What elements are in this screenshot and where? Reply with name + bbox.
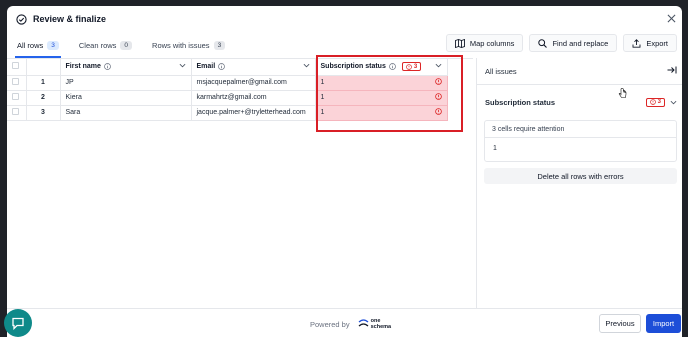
error-count: 3: [413, 63, 418, 70]
row-checkbox[interactable]: [12, 108, 19, 115]
previous-button[interactable]: Previous: [599, 314, 641, 333]
row-filter-tabs: All rows 3 Clean rows 0 Rows with issues…: [7, 32, 235, 58]
subscription-status-cell[interactable]: 1: [315, 90, 448, 106]
row-checkbox[interactable]: [12, 93, 19, 100]
powered-by-label: Powered by: [310, 319, 350, 329]
logo-line-2: schema: [370, 324, 392, 330]
column-header-email[interactable]: Email: [191, 59, 316, 76]
cell-value: 1: [320, 94, 325, 101]
tab-all-rows[interactable]: All rows 3: [7, 32, 69, 58]
error-icon: [406, 63, 412, 70]
tab-count-badge: 3: [47, 40, 59, 50]
tab-label: Clean rows: [78, 40, 117, 50]
error-icon[interactable]: [434, 93, 442, 102]
info-icon[interactable]: [389, 63, 396, 71]
all-issues-label: All issues: [485, 66, 517, 76]
mouse-cursor-icon: [618, 86, 627, 104]
column-header-first-name[interactable]: First name: [60, 59, 192, 76]
tab-rows-with-issues[interactable]: Rows with issues 3: [142, 32, 235, 58]
column-header-label: Email: [196, 63, 216, 71]
row-select-cell[interactable]: [7, 75, 27, 91]
row-checkbox[interactable]: [12, 78, 19, 85]
toolbar: Map columns Find and replace Export: [445, 34, 677, 52]
row-select-cell[interactable]: [7, 105, 27, 121]
modal-header: Review & finalize: [7, 6, 682, 32]
chevron-down-icon[interactable]: [179, 63, 186, 70]
info-icon[interactable]: [218, 63, 226, 71]
attention-value[interactable]: 1: [485, 138, 676, 152]
modal-title: Review & finalize: [33, 14, 107, 24]
table-header-row: First name Email Subscription status 3: [7, 59, 448, 76]
first-name-cell[interactable]: Sara: [60, 105, 192, 121]
export-icon: [632, 38, 641, 48]
attention-box: 3 cells require attention 1: [484, 120, 677, 162]
row-index: 3: [26, 105, 61, 121]
info-icon[interactable]: [104, 63, 111, 71]
error-icon[interactable]: [434, 78, 442, 87]
chat-widget-button[interactable]: [4, 309, 32, 337]
issue-column-name: Subscription status: [485, 97, 556, 107]
chevron-down-icon[interactable]: [435, 63, 442, 70]
collapse-panel-icon[interactable]: [667, 66, 677, 76]
export-label: Export: [646, 38, 668, 48]
delete-error-rows-button[interactable]: Delete all rows with errors: [484, 168, 677, 184]
oneschema-logo: one schema: [358, 318, 392, 330]
import-button[interactable]: Import: [646, 314, 681, 333]
find-replace-button[interactable]: Find and replace: [529, 34, 618, 52]
column-header-subscription-status[interactable]: Subscription status 3: [315, 59, 448, 76]
cell-value: 1: [320, 79, 325, 86]
issues-panel: All issues Subscription status 3 3 cells…: [476, 58, 682, 308]
first-name-cell[interactable]: Kiera: [60, 90, 192, 106]
select-all-header[interactable]: [7, 59, 27, 76]
subscription-status-cell[interactable]: 1: [315, 105, 448, 121]
row-index: 1: [26, 75, 61, 91]
powered-by: Powered by one schema: [310, 318, 391, 330]
error-count-badge: 3: [645, 97, 665, 107]
data-grid: First name Email Subscription status 3 1…: [7, 58, 473, 308]
map-columns-button[interactable]: Map columns: [445, 34, 524, 52]
map-icon: [454, 38, 465, 48]
email-cell[interactable]: jacque.palmer+@tryletterhead.com: [191, 105, 316, 121]
tab-count-badge: 0: [120, 40, 133, 50]
index-header: [26, 59, 61, 76]
review-modal: Review & finalize All rows 3 Clean rows …: [7, 6, 682, 337]
email-cell[interactable]: karmahrtz@gmail.com: [191, 90, 316, 106]
column-header-label: Subscription status: [320, 63, 386, 71]
select-all-checkbox[interactable]: [12, 62, 19, 70]
row-index: 2: [26, 90, 61, 106]
error-icon[interactable]: [434, 108, 442, 117]
find-replace-label: Find and replace: [552, 38, 609, 48]
tab-label: Rows with issues: [152, 40, 210, 50]
table-row[interactable]: 1 JP msjacquepalmer@gmail.com 1: [7, 75, 448, 91]
error-count: 3: [657, 99, 661, 105]
tab-label: All rows: [17, 40, 44, 50]
close-icon[interactable]: [665, 12, 677, 24]
column-header-label: First name: [65, 63, 101, 71]
chevron-down-icon[interactable]: [670, 98, 677, 107]
chat-icon: [12, 317, 24, 330]
table-row[interactable]: 3 Sara jacque.palmer+@tryletterhead.com …: [7, 105, 448, 121]
oneschema-logo-icon: [358, 319, 369, 327]
issue-group-header[interactable]: Subscription status 3: [477, 91, 682, 113]
error-count-badge[interactable]: 3: [401, 62, 422, 72]
error-icon: [649, 99, 656, 105]
modal-footer: Powered by one schema Previous Import: [7, 308, 682, 337]
data-table: First name Email Subscription status 3 1…: [7, 59, 448, 121]
map-columns-label: Map columns: [469, 38, 515, 48]
row-select-cell[interactable]: [7, 90, 27, 106]
cell-value: 1: [320, 109, 325, 116]
subscription-status-cell[interactable]: 1: [315, 75, 448, 91]
tab-clean-rows[interactable]: Clean rows 0: [69, 32, 142, 58]
check-circle-icon: [16, 13, 27, 25]
issues-panel-header: All issues: [477, 58, 682, 85]
attention-text: 3 cells require attention: [485, 121, 676, 138]
email-cell[interactable]: msjacquepalmer@gmail.com: [191, 75, 316, 91]
table-row[interactable]: 2 Kiera karmahrtz@gmail.com 1: [7, 90, 448, 106]
export-button[interactable]: Export: [623, 34, 677, 52]
tab-count-badge: 3: [213, 40, 226, 50]
search-icon: [538, 38, 548, 48]
chevron-down-icon[interactable]: [303, 63, 310, 70]
first-name-cell[interactable]: JP: [60, 75, 192, 91]
